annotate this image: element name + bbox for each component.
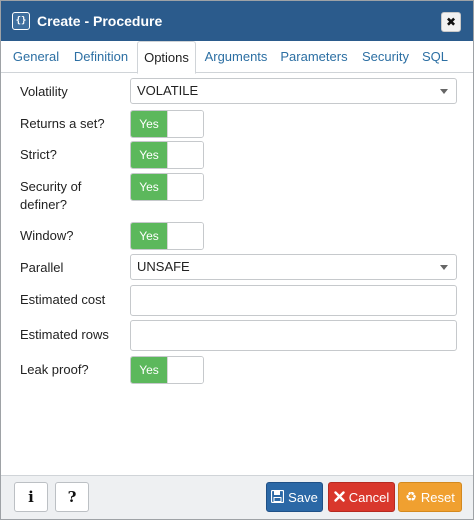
toggle-handle — [167, 223, 203, 249]
returns-set-toggle[interactable]: Yes — [130, 110, 204, 138]
window-toggle[interactable]: Yes — [130, 222, 204, 250]
estimated-cost-label: Estimated cost — [20, 292, 106, 307]
security-definer-label-line2: definer? — [20, 197, 67, 212]
security-definer-label-line1: Security of — [20, 179, 82, 194]
tab-arguments[interactable]: Arguments — [200, 41, 272, 73]
parallel-select[interactable]: UNSAFE — [130, 254, 457, 280]
parallel-label: Parallel — [20, 260, 64, 275]
estimated-rows-label: Estimated rows — [20, 327, 109, 342]
tab-definition[interactable]: Definition — [69, 41, 133, 73]
tab-general[interactable]: General — [7, 41, 65, 73]
tab-bar: General Definition Options Arguments Par… — [1, 41, 473, 74]
strict-toggle-on: Yes — [131, 142, 167, 168]
save-button[interactable]: Save — [266, 482, 323, 512]
security-definer-toggle[interactable]: Yes — [130, 173, 204, 201]
security-definer-toggle-on: Yes — [131, 174, 167, 200]
toggle-handle — [167, 111, 203, 137]
strict-toggle[interactable]: Yes — [130, 141, 204, 169]
procedure-icon: {} — [12, 12, 30, 30]
info-icon: i — [28, 488, 34, 506]
estimated-cost-input[interactable] — [130, 285, 457, 316]
options-form: Volatility VOLATILE Returns a set? Yes S… — [1, 73, 473, 475]
close-button[interactable]: ✖ — [441, 12, 461, 32]
parallel-value: UNSAFE — [137, 259, 190, 274]
returns-set-toggle-on: Yes — [131, 111, 167, 137]
save-label: Save — [288, 489, 318, 505]
window-toggle-on: Yes — [131, 223, 167, 249]
volatility-label: Volatility — [20, 84, 68, 99]
dialog-titlebar[interactable]: {} Create - Procedure ✖ — [1, 1, 473, 41]
dialog-footer: i ? Save Cancel ♻ Reset — [1, 475, 473, 519]
cancel-button[interactable]: Cancel — [328, 482, 395, 512]
toggle-handle — [167, 174, 203, 200]
volatility-select[interactable]: VOLATILE — [130, 78, 457, 104]
x-icon — [334, 490, 345, 504]
help-icon: ? — [67, 488, 77, 506]
cancel-label: Cancel — [348, 489, 390, 505]
toggle-handle — [167, 142, 203, 168]
leak-proof-toggle[interactable]: Yes — [130, 356, 204, 384]
window-label: Window? — [20, 228, 74, 243]
create-procedure-dialog: {} Create - Procedure ✖ General Definiti… — [0, 0, 474, 520]
tab-parameters[interactable]: Parameters — [276, 41, 352, 73]
reset-button[interactable]: ♻ Reset — [398, 482, 462, 512]
tab-security[interactable]: Security — [356, 41, 415, 73]
recycle-icon: ♻ — [405, 489, 417, 505]
leak-proof-toggle-on: Yes — [131, 357, 167, 383]
reset-label: Reset — [420, 489, 455, 505]
leak-proof-label: Leak proof? — [20, 362, 89, 377]
toggle-handle — [167, 357, 203, 383]
info-button[interactable]: i — [14, 482, 48, 512]
close-icon: ✖ — [445, 15, 457, 29]
volatility-value: VOLATILE — [137, 83, 199, 98]
help-button[interactable]: ? — [55, 482, 89, 512]
returns-set-label: Returns a set? — [20, 116, 105, 131]
strict-label: Strict? — [20, 147, 57, 162]
caret-down-icon — [440, 265, 448, 270]
floppy-disk-icon — [271, 489, 285, 505]
caret-down-icon — [440, 89, 448, 94]
dialog-title: Create - Procedure — [37, 13, 163, 29]
estimated-rows-input[interactable] — [130, 320, 457, 351]
tab-sql[interactable]: SQL — [419, 41, 451, 73]
tab-options[interactable]: Options — [137, 41, 196, 74]
